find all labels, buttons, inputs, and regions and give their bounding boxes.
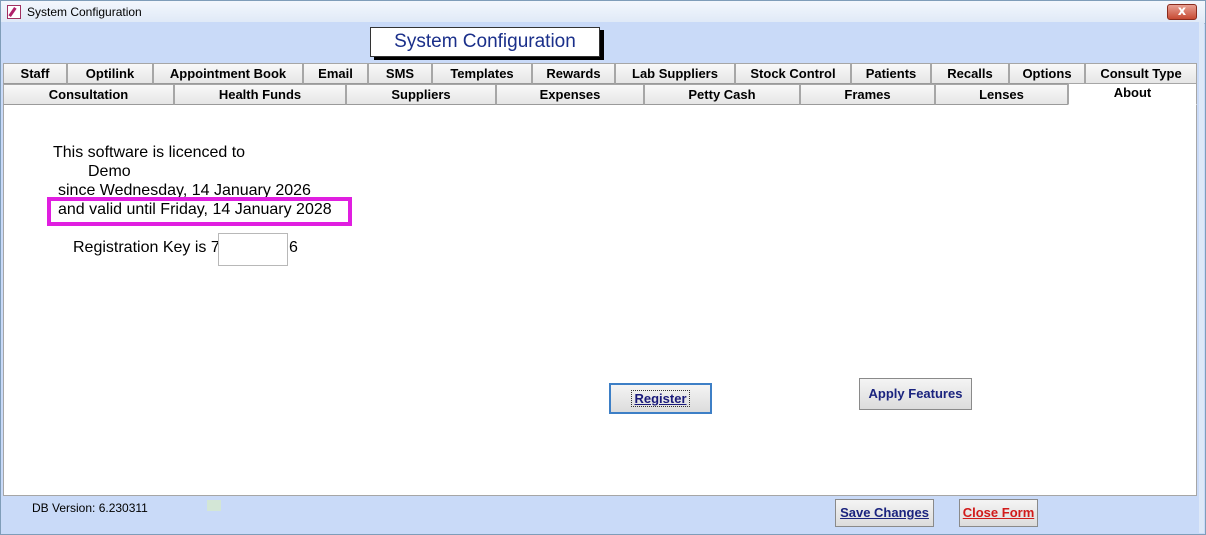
tab-consultation[interactable]: Consultation [3,84,174,105]
tab-row-2: Consultation Health Funds Suppliers Expe… [3,83,1197,105]
about-panel [3,105,1197,496]
tab-email[interactable]: Email [303,63,368,84]
register-button-label: Register [631,390,690,407]
tab-patients[interactable]: Patients [851,63,931,84]
tab-lab-suppliers[interactable]: Lab Suppliers [615,63,735,84]
registration-key-suffix: 6 [289,239,298,256]
status-indicator [207,500,221,511]
tab-frames[interactable]: Frames [800,84,935,105]
tab-lenses[interactable]: Lenses [935,84,1068,105]
save-changes-button[interactable]: Save Changes [835,499,934,527]
window-title: System Configuration [27,5,142,19]
valid-until-highlight [47,197,352,226]
registration-key-label: Registration Key is 7 [73,239,220,256]
licensee-name: Demo [88,163,131,180]
tab-sms[interactable]: SMS [368,63,432,84]
tab-optilink[interactable]: Optilink [67,63,153,84]
header-band [1,22,1201,62]
tab-staff[interactable]: Staff [3,63,67,84]
tab-expenses[interactable]: Expenses [496,84,644,105]
tab-options[interactable]: Options [1009,63,1085,84]
close-form-button[interactable]: Close Form [959,499,1038,527]
close-icon: x [1177,4,1187,19]
tab-suppliers[interactable]: Suppliers [346,84,496,105]
tab-rewards[interactable]: Rewards [532,63,615,84]
tab-health-funds[interactable]: Health Funds [174,84,346,105]
page-title: System Configuration [370,27,600,57]
tab-templates[interactable]: Templates [432,63,532,84]
apply-features-button[interactable]: Apply Features [859,378,972,410]
window-close-button[interactable]: x [1167,4,1197,20]
tab-consult-type[interactable]: Consult Type [1085,63,1197,84]
tab-row-1: Staff Optilink Appointment Book Email SM… [3,63,1197,84]
registration-key-input[interactable] [218,233,288,266]
window-right-edge [1199,22,1204,533]
tab-appointment-book[interactable]: Appointment Book [153,63,303,84]
tab-stock-control[interactable]: Stock Control [735,63,851,84]
tab-about[interactable]: About [1068,83,1197,105]
licenced-to-label: This software is licenced to [53,144,246,161]
tab-petty-cash[interactable]: Petty Cash [644,84,800,105]
app-icon [7,5,21,19]
tab-recalls[interactable]: Recalls [931,63,1009,84]
register-button[interactable]: Register [609,383,712,414]
db-version-label: DB Version: 6.230311 [32,501,148,515]
title-bar: System Configuration x [1,1,1205,24]
